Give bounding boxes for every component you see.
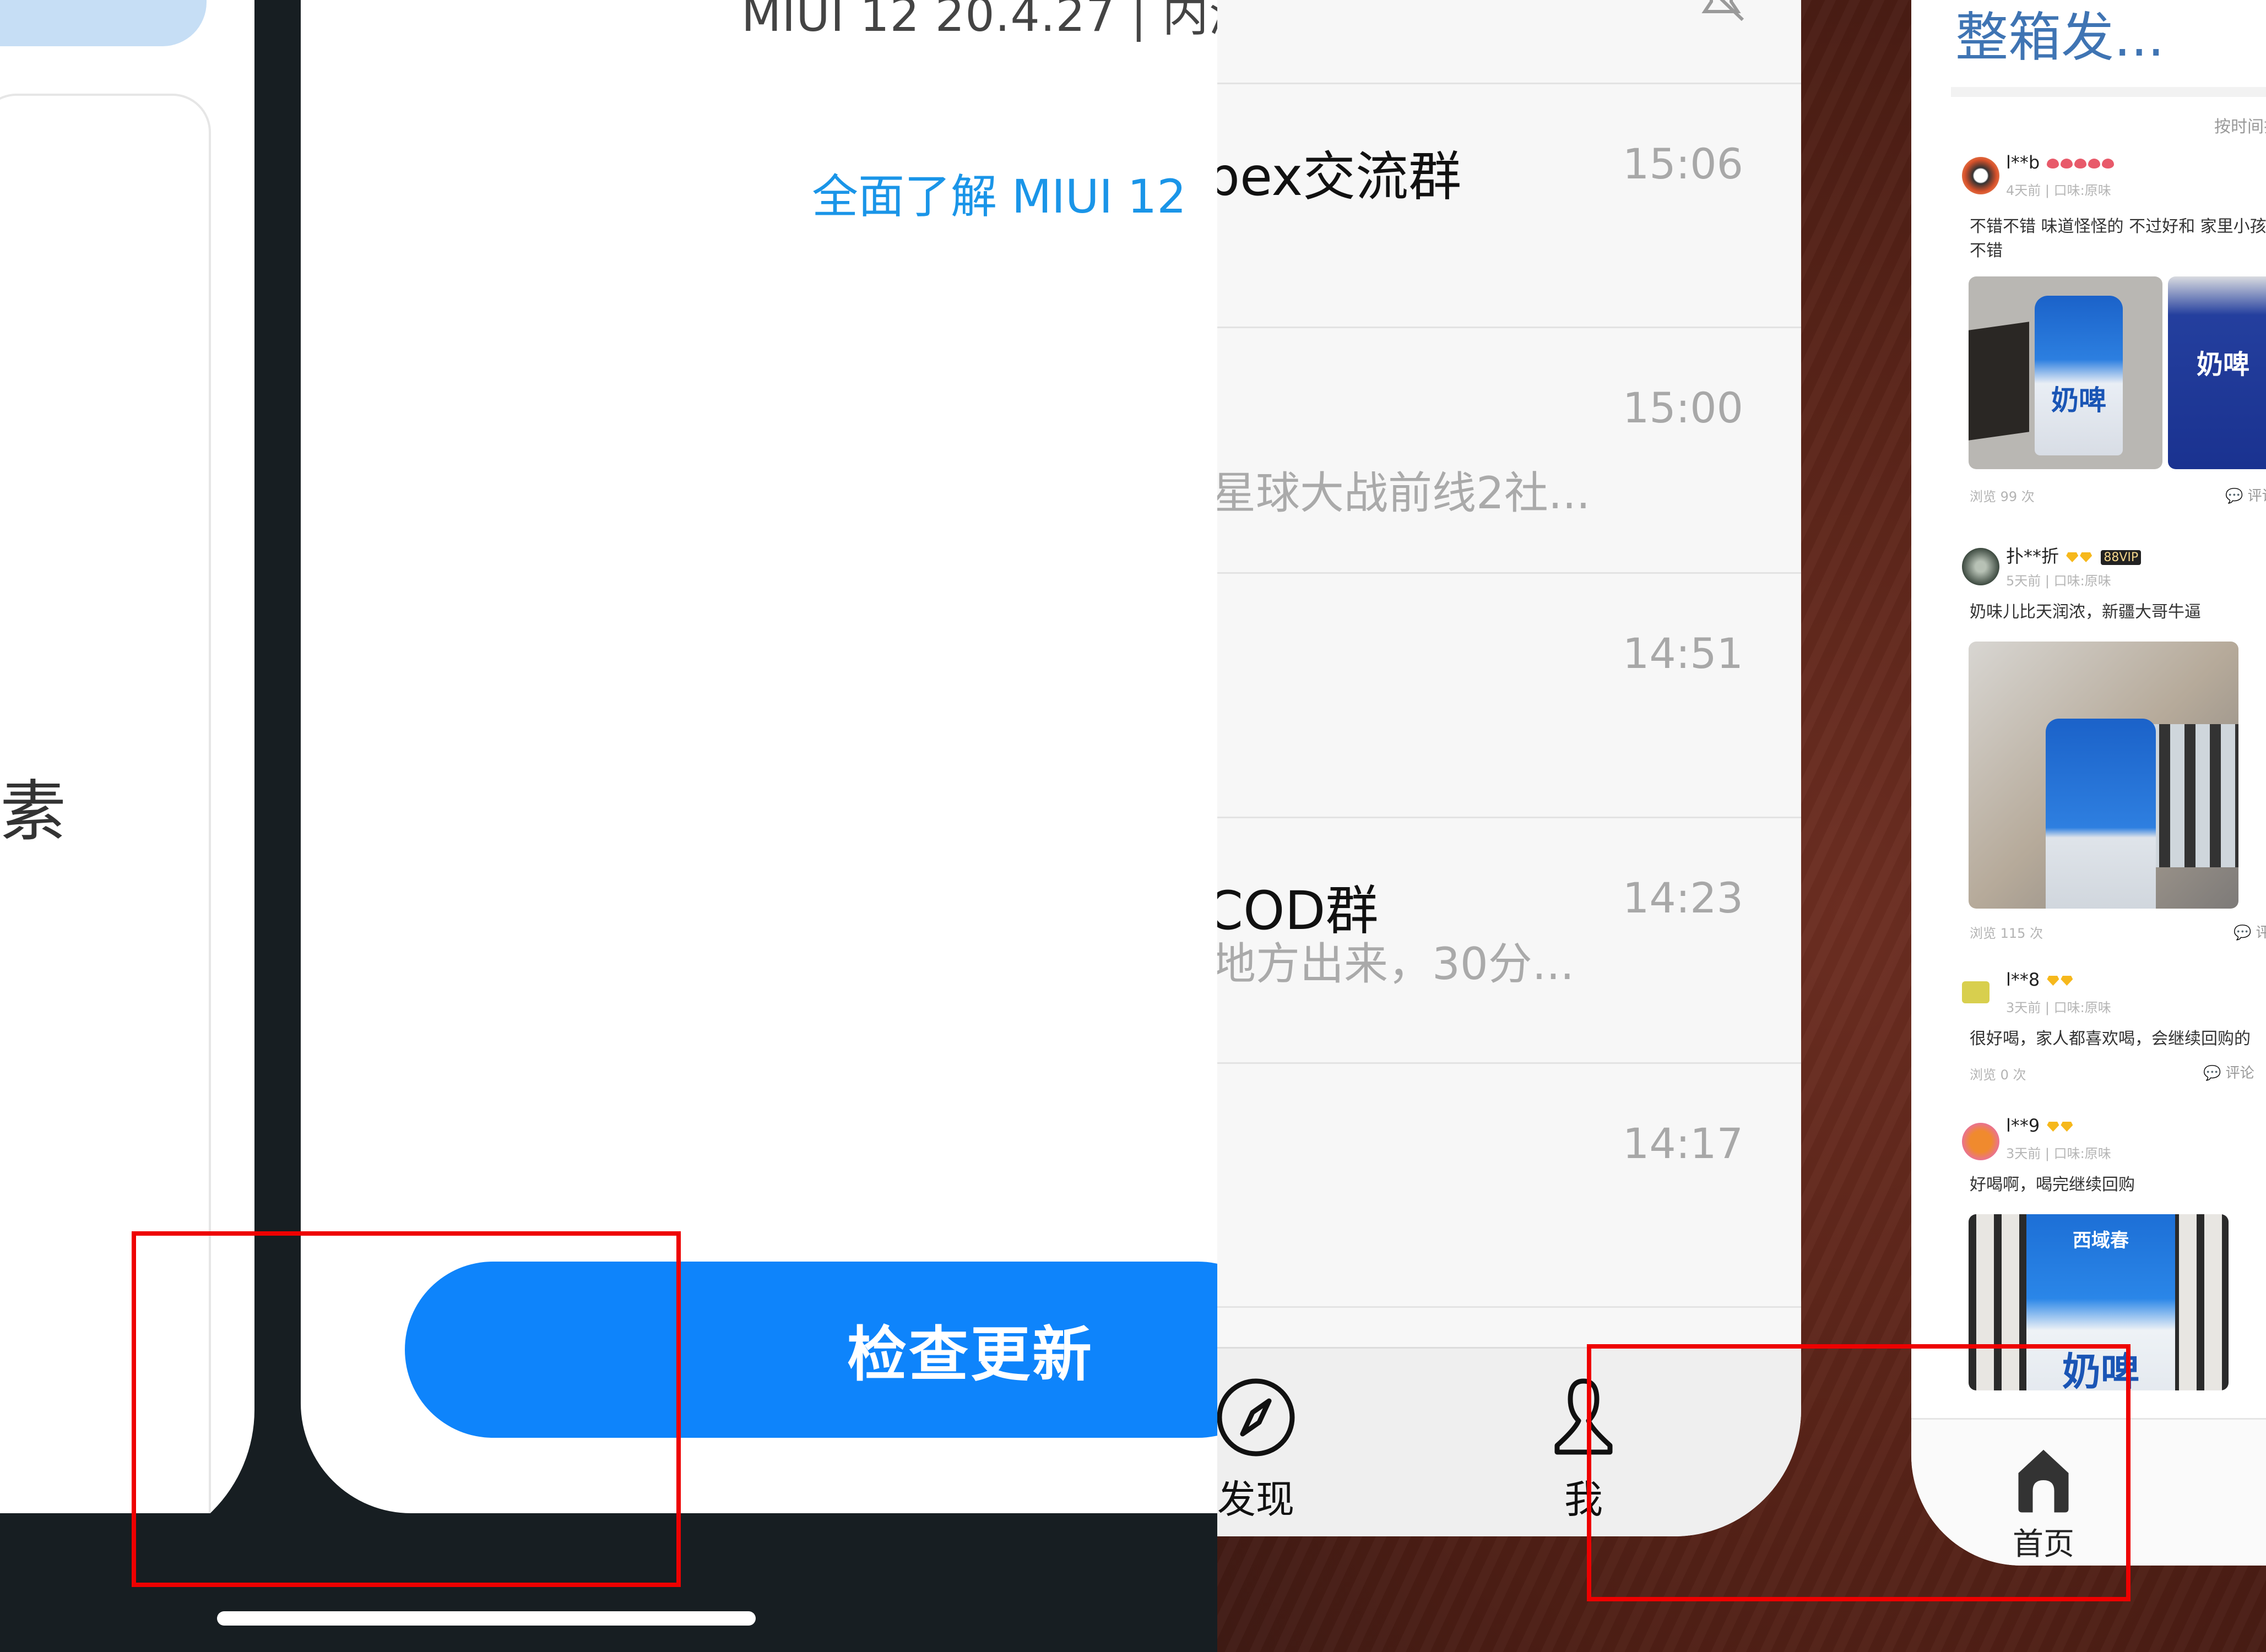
- diamond-badge-icon: [2047, 976, 2059, 986]
- review-photo[interactable]: [1969, 642, 2238, 909]
- shopping-tab-bar: 首页: [1911, 1418, 2266, 1566]
- chat-list-item[interactable]: 14:51: [1217, 572, 1801, 816]
- navigation-bar-background: [0, 1513, 1217, 1652]
- home-icon: [2018, 1449, 2069, 1513]
- review-meta: 4天前 | 口味:原味: [2006, 183, 2111, 198]
- beer-can-shape: 奶啤: [2035, 296, 2123, 455]
- reviewer-name: l**9: [2006, 1115, 2073, 1136]
- diamond-badge-icon: [2080, 552, 2092, 562]
- review-view-count: 浏览 0 次: [1970, 1067, 2026, 1083]
- brand-label: 西域春: [2073, 1230, 2129, 1252]
- reviewer-name: l**b: [2006, 152, 2115, 173]
- learn-about-miui-link[interactable]: 全面了解 MIUI 12: [812, 160, 1186, 226]
- chat-preview: 星球大战前线2社...: [1217, 468, 1591, 519]
- chat-time: 14:23: [1622, 873, 1743, 922]
- box-label: 奶啤: [2196, 349, 2249, 380]
- vip-badge: 88VIP: [2101, 550, 2142, 565]
- chat-preview: 地方出来，30分...: [1217, 938, 1575, 990]
- diamond-badge-icon: [2066, 552, 2079, 562]
- heart-badge-icon: [2102, 159, 2115, 169]
- comment-button[interactable]: 💬 评论: [2203, 1062, 2254, 1082]
- recent-app-card-shopping-reviews[interactable]: 整箱发... 按时间排 l**b 4天前 | 口味:原味 不错不错 味道怪怪的 …: [1911, 0, 2266, 1566]
- compass-icon: [1217, 1378, 1295, 1457]
- chat-list-item[interactable]: 15:00 星球大战前线2社...: [1217, 327, 1801, 570]
- recent-app-card-left[interactable]: 素: [0, 0, 254, 1553]
- tab-discover[interactable]: 发现: [1217, 1376, 1311, 1524]
- review-view-count: 浏览 99 次: [1970, 489, 2035, 504]
- person-icon: [1554, 1378, 1613, 1455]
- heart-badge-icon: [2088, 159, 2101, 169]
- tab-home-label: 首页: [2013, 1526, 2074, 1562]
- chat-list-item[interactable]: pex交流群 15:06: [1217, 83, 1801, 327]
- tab-me-label: 我: [1564, 1477, 1603, 1522]
- reviewer-avatar[interactable]: [1962, 1123, 1999, 1160]
- beer-can-shape: 西域春 奶啤: [2026, 1214, 2175, 1390]
- chat-time: 15:06: [1622, 139, 1743, 188]
- comment-button[interactable]: 💬 评论: [2225, 485, 2266, 505]
- review-meta: 3天前 | 口味:原味: [2006, 1000, 2111, 1015]
- chat-list-item[interactable]: 14:17: [1217, 1062, 1801, 1306]
- diamond-badge-icon: [2061, 976, 2073, 986]
- reviewer-avatar[interactable]: [1962, 981, 1989, 1003]
- home-indicator-gesture-bar[interactable]: [217, 1611, 756, 1626]
- heart-badge-icon: [2061, 159, 2073, 169]
- comment-bubble-icon: 💬: [2234, 925, 2252, 941]
- review-photo[interactable]: 西域春 奶啤: [1969, 1214, 2229, 1390]
- recent-app-card-miui-updater[interactable]: MIUI 12 20.4.27 | 内测版 全面了解 MIUI 12 检查更新: [301, 0, 1217, 1513]
- check-update-label: 检查更新: [847, 1320, 1094, 1389]
- review-text-line: 奶味儿比天润浓，新疆大哥牛逼: [1970, 602, 2201, 622]
- review-meta: 3天前 | 口味:原味: [2006, 1146, 2111, 1161]
- left-app-blue-header: [0, 0, 207, 46]
- recent-app-card-chat[interactable]: pex交流群 15:06 15:00 星球大战前线2社... 14:51 COD…: [1217, 0, 1801, 1536]
- reviewer-avatar[interactable]: [1962, 157, 1999, 194]
- tab-home[interactable]: 首页: [2005, 1444, 2082, 1564]
- chat-time: 14:17: [1622, 1119, 1743, 1168]
- mute-bell-icon: [1701, 0, 1744, 21]
- review-text-line: 不错: [1970, 241, 2003, 260]
- chat-list-item[interactable]: COD群 14:23 地方出来，30分...: [1217, 817, 1801, 1061]
- heart-badge-icon: [2047, 159, 2059, 169]
- can-label: 奶啤: [2051, 384, 2106, 416]
- review-view-count: 浏览 115 次: [1970, 926, 2043, 941]
- chat-time: 15:00: [1622, 383, 1743, 432]
- product-title: 整箱发...: [1955, 7, 2165, 68]
- comment-bubble-icon: 💬: [2203, 1065, 2221, 1082]
- reviewer-avatar[interactable]: [1962, 548, 1999, 585]
- chat-tab-bar: 发现 我: [1217, 1347, 1801, 1536]
- section-divider: [1951, 87, 2266, 97]
- sort-by-time-button[interactable]: 按时间排: [2214, 113, 2266, 137]
- chat-time: 14:51: [1622, 629, 1743, 678]
- review-text-line: 不错不错 味道怪怪的 不过好和 家里小孩子: [1970, 217, 2266, 236]
- diamond-badge-icon: [2047, 1122, 2059, 1132]
- review-photo[interactable]: 奶啤: [1969, 276, 2162, 469]
- left-app-partial-text: 素: [0, 774, 66, 850]
- chat-title: pex交流群: [1217, 146, 1462, 208]
- diamond-badge-icon: [2061, 1122, 2073, 1132]
- beer-can-shape: [2046, 719, 2156, 909]
- review-meta: 5天前 | 口味:原味: [2006, 573, 2111, 589]
- comment-button[interactable]: 💬 评: [2234, 921, 2266, 942]
- miui-version-text: MIUI 12 20.4.27 | 内测版: [741, 0, 1217, 42]
- reviewer-name: 扑**折 88VIP: [2006, 542, 2142, 568]
- review-text-line: 很好喝，家人都喜欢喝，会继续回购的: [1970, 1029, 2251, 1048]
- tab-me[interactable]: 我: [1528, 1376, 1639, 1524]
- can-label: 奶啤: [2062, 1349, 2139, 1390]
- reviewer-name: l**8: [2006, 969, 2073, 990]
- review-photo[interactable]: 奶啤: [2168, 276, 2266, 469]
- heart-badge-icon: [2074, 159, 2087, 169]
- review-text-line: 好喝啊，喝完继续回购: [1970, 1175, 2135, 1194]
- check-update-button[interactable]: 检查更新: [405, 1262, 1217, 1438]
- comment-bubble-icon: 💬: [2225, 488, 2243, 504]
- chat-list-divider: [1217, 1306, 1801, 1350]
- photo-box-shape: [1969, 322, 2029, 441]
- tab-discover-label: 发现: [1217, 1477, 1294, 1522]
